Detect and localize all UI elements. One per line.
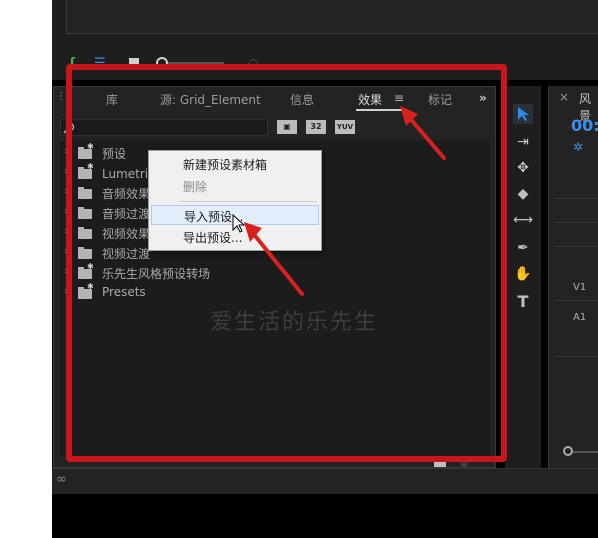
ripple-edit-tool-icon[interactable]: ✥ (513, 158, 533, 178)
hamburger-menu-icon[interactable]: ⋮ (56, 91, 66, 102)
timecode-display[interactable]: 00:0 (571, 116, 598, 135)
pen-tool-icon[interactable]: ✒ (513, 238, 533, 258)
zoom-scroll-track[interactable] (573, 451, 598, 453)
left-margin (0, 0, 52, 538)
creative-cloud-icon[interactable]: ∞ (56, 472, 67, 487)
tools-panel: ⇥ ✥ ◆ ⟷ ✒ ✋ T (505, 86, 541, 468)
slip-tool-icon[interactable]: ⟷ (513, 210, 533, 230)
selection-tool-icon[interactable] (513, 104, 533, 124)
track-label-v1[interactable]: V1 (573, 282, 586, 293)
razor-tool-icon[interactable]: ◆ (513, 184, 533, 204)
type-tool-icon[interactable]: T (513, 292, 533, 312)
annotation-arrow-icon (244, 222, 304, 296)
close-icon[interactable]: × (559, 90, 569, 104)
program-monitor-area (66, 0, 598, 34)
status-bar: ∞ (52, 468, 598, 494)
track-select-tool-icon[interactable]: ⇥ (513, 132, 533, 152)
zoom-scroll-handle[interactable] (563, 446, 573, 456)
bottom-area (52, 494, 598, 538)
track-label-a1[interactable]: A1 (573, 312, 586, 323)
snap-icon[interactable]: ✲ (573, 140, 583, 154)
hand-tool-icon[interactable]: ✋ (513, 264, 533, 284)
annotation-arrow-icon (400, 106, 446, 160)
timeline-panel: × 风景 00:0 ✲ V1 A1 (548, 86, 598, 468)
